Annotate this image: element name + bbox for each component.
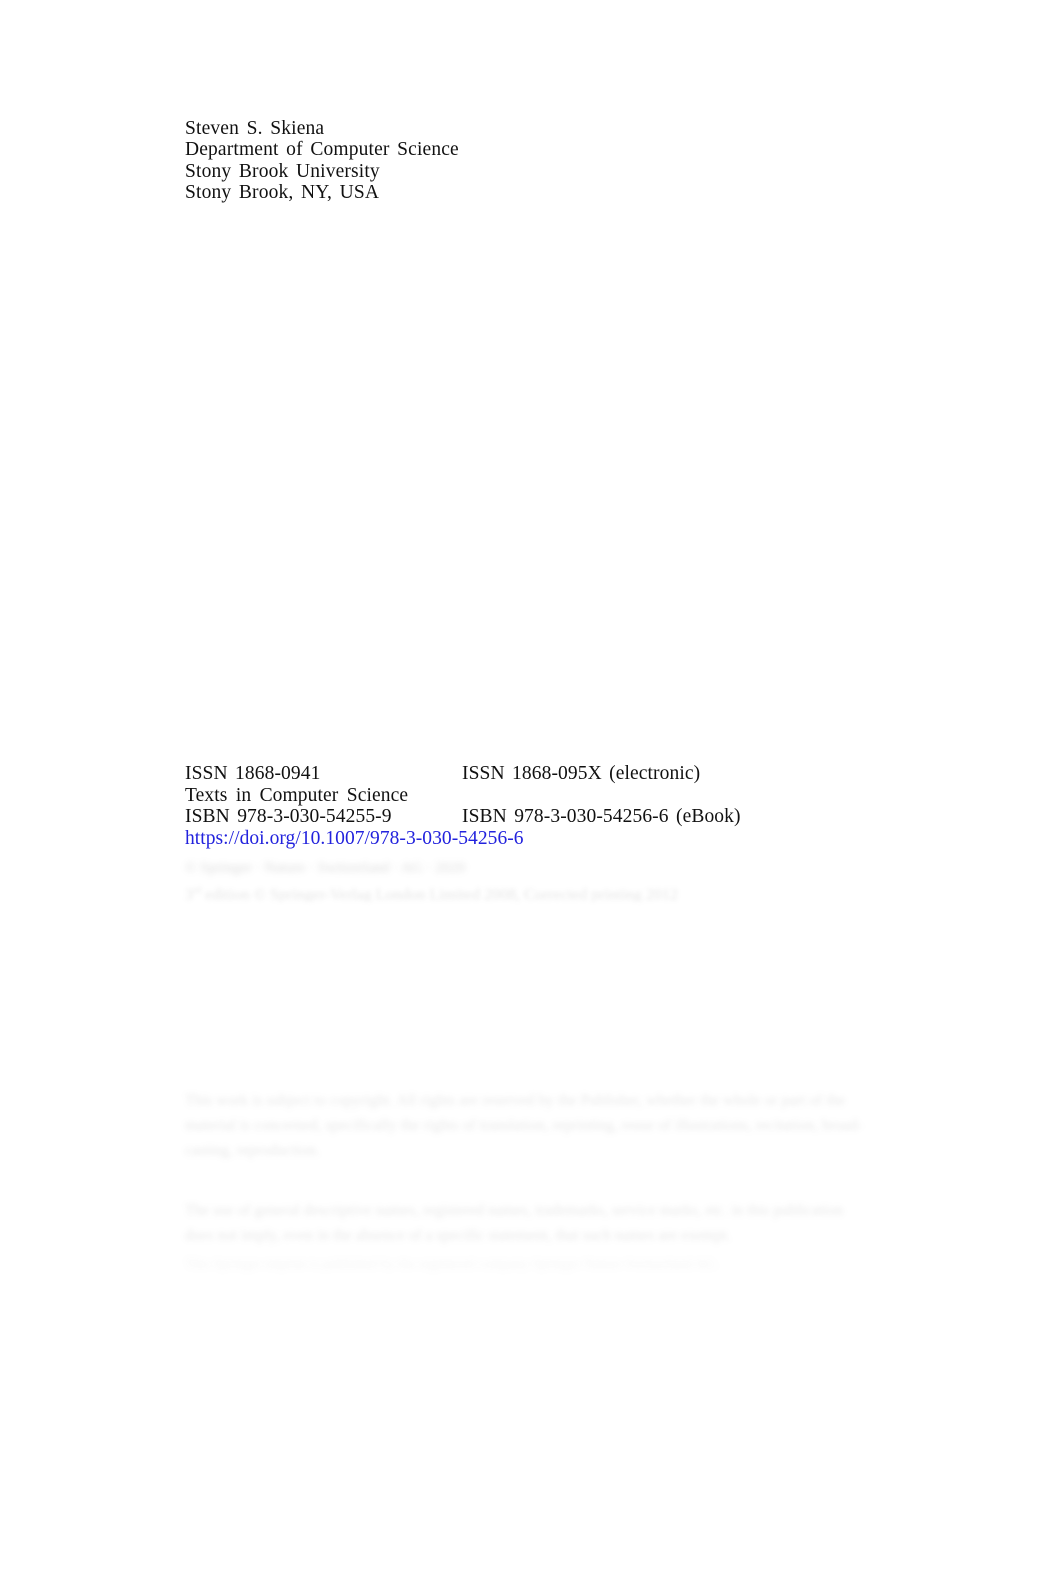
author-location: Stony Brook, NY, USA <box>185 182 380 204</box>
series-title: Texts in Computer Science <box>185 784 409 806</box>
author-department: Department of Computer Science <box>185 139 459 161</box>
blurred-line: does not imply, even in the absence of a… <box>185 1227 731 1244</box>
copyright-page: Steven S. Skiena Department of Computer … <box>0 0 1062 1584</box>
blurred-line: casting, reproduction. <box>185 1142 320 1159</box>
isbn-print: ISBN 978-3-030-54255-9 <box>185 806 392 828</box>
identifier-block: ISSN 1868-0941 ISSN 1868-095X (electroni… <box>185 763 945 849</box>
author-institution: Stony Brook University <box>185 160 380 182</box>
isbn-row: ISBN 978-3-030-54255-9 ISBN 978-3-030-54… <box>185 806 945 828</box>
blurred-line: material is concerned, specifically the … <box>185 1117 863 1134</box>
issn-print: ISSN 1868-0941 <box>185 763 321 784</box>
doi-link[interactable]: https://doi.org/10.1007/978-3-030-54256-… <box>185 828 524 849</box>
issn-row: ISSN 1868-0941 ISSN 1868-095X (electroni… <box>185 763 945 785</box>
blurred-imprint-line: This Springer imprint is published by th… <box>185 1257 719 1272</box>
doi-row: https://doi.org/10.1007/978-3-030-54256-… <box>185 828 945 850</box>
edition-rest: edition © Springer-Verlag London Limited… <box>205 886 678 902</box>
blurred-line: The use of general descriptive names, re… <box>185 1202 844 1219</box>
blurred-copyright-line: © Springer · Nature · Switzerland · AG ·… <box>185 860 466 876</box>
blurred-edition-line: 3rd edition © Springer-Verlag London Lim… <box>185 882 765 902</box>
issn-electronic: ISSN 1868-095X (electronic) <box>462 763 701 784</box>
edition-ordinal-suffix: rd <box>193 885 202 896</box>
blurred-line: This work is subject to copyright. All r… <box>185 1092 846 1109</box>
blurred-trademark-paragraph: The use of general descriptive names, re… <box>185 1198 905 1256</box>
edition-number: 3 <box>185 886 193 902</box>
isbn-ebook: ISBN 978-3-030-54256-6 (eBook) <box>462 806 741 828</box>
blurred-rights-paragraph: This work is subject to copyright. All r… <box>185 1088 905 1168</box>
author-affiliation-block: Steven S. Skiena Department of Computer … <box>185 118 705 204</box>
author-name: Steven S. Skiena <box>185 118 325 139</box>
